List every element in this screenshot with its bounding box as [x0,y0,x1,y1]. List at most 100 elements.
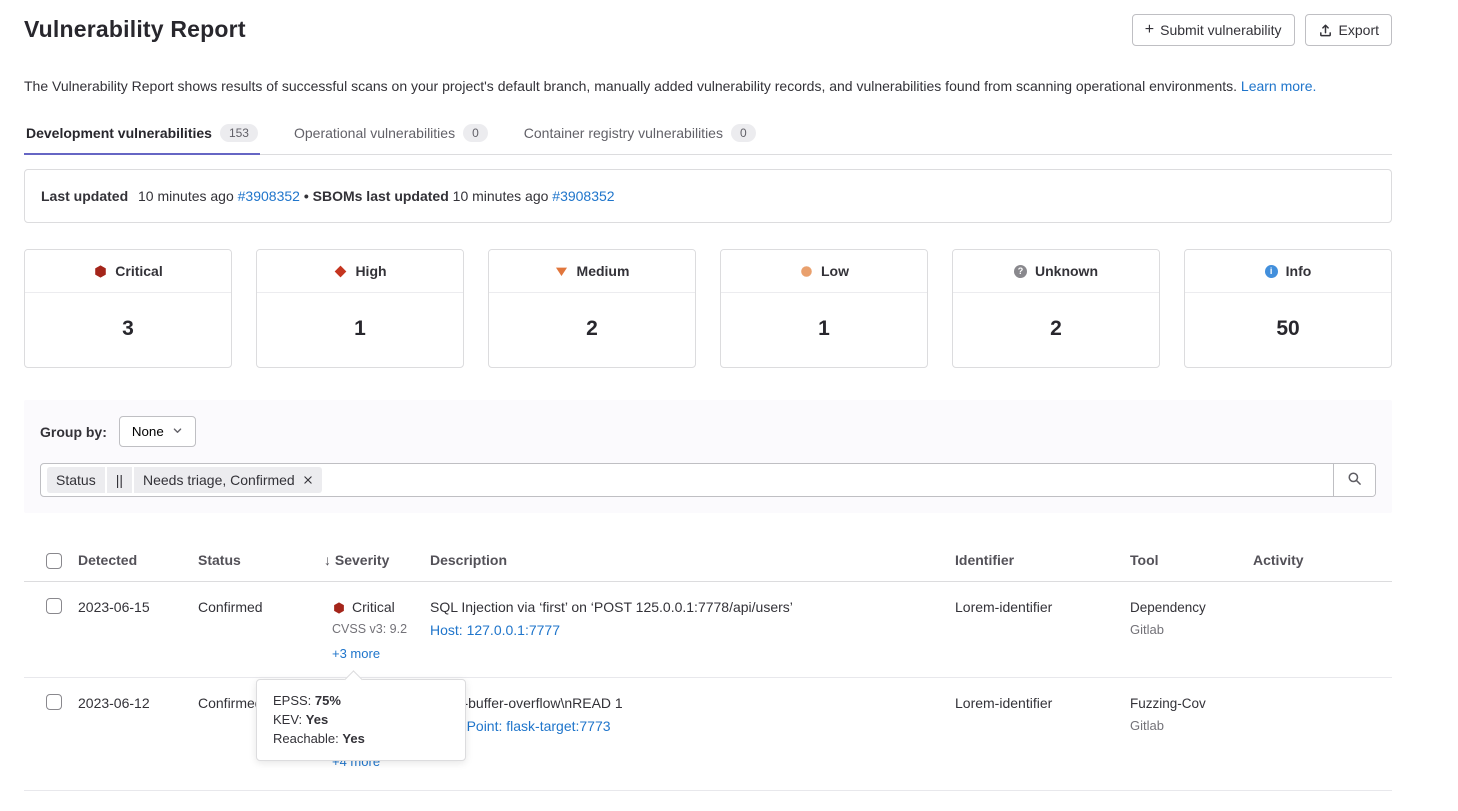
tool-vendor: Gitlab [1130,620,1253,639]
last-updated-time: 10 minutes ago [138,188,234,204]
row-checkbox[interactable] [46,598,62,614]
more-scores-link[interactable]: +3 more [332,644,380,663]
card-count: 2 [489,293,695,367]
close-icon[interactable] [303,475,313,485]
tab-label: Operational vulnerabilities [294,125,455,141]
severity-info-icon: i [1265,265,1278,278]
sbom-pipeline-link[interactable]: #3908352 [552,188,614,204]
card-count: 2 [953,293,1159,367]
card-label: Low [821,263,849,279]
page-header: Vulnerability Report + Submit vulnerabil… [24,16,1392,46]
table-row[interactable]: 2023-06-15 Confirmed Critical CVSS v3: 9… [24,582,1392,678]
activity-cell [1253,582,1392,612]
tool-vendor: Gitlab [1130,716,1253,735]
column-header-status[interactable]: Status [198,552,332,568]
export-label: Export [1339,22,1379,38]
separator-dot: • [304,188,309,204]
filter-token-operator[interactable]: || [107,467,132,493]
search-button[interactable] [1333,464,1375,496]
pipeline-link[interactable]: #3908352 [238,188,300,204]
sort-descending-icon: ↓ [324,552,331,568]
filter-token-value[interactable]: Needs triage, Confirmed [134,467,322,493]
severity-card-low[interactable]: Low 1 [720,249,928,368]
card-count: 3 [25,293,231,367]
tab-count-badge: 0 [731,124,756,142]
severity-card-critical[interactable]: Critical 3 [24,249,232,368]
select-all-checkbox[interactable] [46,553,62,569]
group-by-dropdown[interactable]: None [119,416,196,447]
cvss-score: CVSS v3: 9.2 [332,620,430,639]
page-description-text: The Vulnerability Report shows results o… [24,78,1241,94]
filtered-search-bar[interactable]: Status || Needs triage, Confirmed [40,463,1376,497]
severity-label: Critical [352,598,395,617]
card-label: High [355,263,386,279]
chevron-down-icon [172,424,183,439]
learn-more-link[interactable]: Learn more. [1241,78,1316,94]
activity-cell [1253,678,1392,708]
identifier-cell: Lorem-identifier [955,678,1130,727]
column-header-activity[interactable]: Activity [1253,552,1392,568]
detected-cell: 2023-06-15 [78,582,198,631]
plus-icon: + [1145,22,1154,38]
column-header-description[interactable]: Description [430,552,955,568]
page-title: Vulnerability Report [24,16,246,43]
tab-development-vulnerabilities[interactable]: Development vulnerabilities 153 [24,114,260,154]
severity-card-unknown[interactable]: ? Unknown 2 [952,249,1160,368]
column-header-identifier[interactable]: Identifier [955,552,1130,568]
severity-card-high[interactable]: High 1 [256,249,464,368]
vulnerability-table: Detected Status ↓ Severity Description I… [24,538,1392,791]
tab-count-badge: 153 [220,124,258,142]
filter-token-value-text: Needs triage, Confirmed [143,472,295,488]
card-label: Info [1286,263,1312,279]
popover-epss-line: EPSS: 75% [273,691,449,710]
tab-label: Development vulnerabilities [26,125,212,141]
search-icon [1347,471,1362,489]
severity-critical-icon [93,264,107,278]
group-by-label: Group by: [40,424,107,440]
filter-panel: Group by: None Status || Needs triage, C… [24,400,1392,513]
column-header-severity-label: Severity [335,552,389,568]
severity-summary-cards: Critical 3 High 1 Medium 2 Low 1 [24,249,1392,368]
tool-name: Dependency [1130,598,1253,617]
column-header-detected[interactable]: Detected [78,552,198,568]
status-cell: Confirmed [198,582,332,631]
table-row[interactable]: 2023-06-12 Confirmed +4 more Heap-buffer… [24,678,1392,791]
export-button[interactable]: Export [1305,14,1392,46]
tool-cell: Dependency Gitlab [1130,582,1253,653]
tab-label: Container registry vulnerabilities [524,125,723,141]
table-header-row: Detected Status ↓ Severity Description I… [24,538,1392,582]
severity-cell: Critical CVSS v3: 9.2 +3 more [332,582,430,677]
severity-scores-popover: EPSS: 75% KEV: Yes Reachable: Yes [256,679,466,761]
popover-reachable-line: Reachable: Yes [273,729,449,748]
filter-token-field[interactable]: Status [47,467,105,493]
popover-kev-line: KEV: Yes [273,710,449,729]
sbom-updated-time: 10 minutes ago [453,188,549,204]
submit-vulnerability-label: Submit vulnerability [1160,22,1281,38]
column-header-severity[interactable]: ↓ Severity [324,552,430,568]
tab-container-registry-vulnerabilities[interactable]: Container registry vulnerabilities 0 [522,114,758,154]
submit-vulnerability-button[interactable]: + Submit vulnerability [1132,14,1295,46]
severity-card-info[interactable]: i Info 50 [1184,249,1392,368]
sbom-updated-label: SBOMs last updated [313,188,449,204]
tool-cell: Fuzzing-Cov Gitlab [1130,678,1253,749]
vulnerability-title[interactable]: SQL Injection via ‘first’ on ‘POST 125.0… [430,598,955,617]
header-actions: + Submit vulnerability Export [1132,14,1392,46]
row-checkbox[interactable] [46,694,62,710]
last-updated-label: Last updated [41,188,128,204]
report-tabs: Development vulnerabilities 153 Operatio… [24,114,1392,155]
severity-low-icon [799,264,813,278]
last-updated-banner: Last updated 10 minutes ago #3908352 • S… [24,169,1392,223]
card-count: 50 [1185,293,1391,367]
detected-cell: 2023-06-12 [78,678,198,727]
tool-name: Fuzzing-Cov [1130,694,1253,713]
severity-card-medium[interactable]: Medium 2 [488,249,696,368]
severity-medium-icon [555,264,569,278]
group-by-value: None [132,424,164,439]
card-label: Unknown [1035,263,1098,279]
tab-operational-vulnerabilities[interactable]: Operational vulnerabilities 0 [292,114,490,154]
severity-high-icon [333,264,347,278]
column-header-tool[interactable]: Tool [1130,552,1253,568]
description-cell: SQL Injection via ‘first’ on ‘POST 125.0… [430,582,955,654]
vulnerability-title[interactable]: Heap-buffer-overflow\nREAD 1 [430,694,955,713]
vulnerability-location-link[interactable]: Host: 127.0.0.1:7777 [430,621,560,640]
